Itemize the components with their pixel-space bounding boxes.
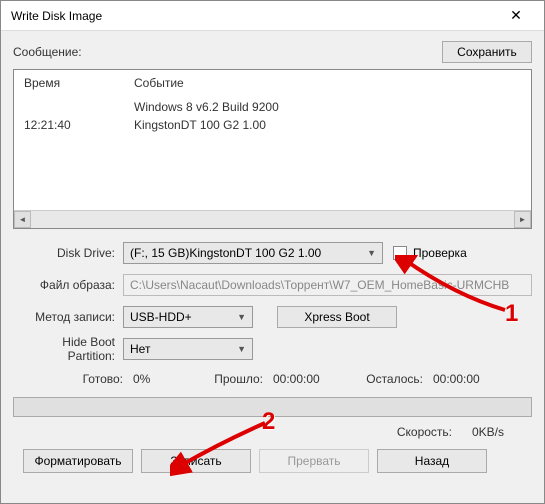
- write-button[interactable]: Записать: [141, 449, 251, 473]
- log-panel: Время Событие Windows 8 v6.2 Build 9200 …: [13, 69, 532, 229]
- remain-label: Осталось:: [353, 372, 423, 386]
- progress-bar: [13, 397, 532, 417]
- disk-drive-dropdown[interactable]: (F:, 15 GB)KingstonDT 100 G2 1.00 ▼: [123, 242, 383, 264]
- log-row: Windows 8 v6.2 Build 9200: [24, 98, 521, 116]
- elapsed-value: 00:00:00: [273, 372, 353, 386]
- scroll-left-icon[interactable]: ◄: [14, 211, 31, 228]
- elapsed-label: Прошло:: [193, 372, 263, 386]
- log-row: 12:21:40 KingstonDT 100 G2 1.00: [24, 116, 521, 134]
- window-title: Write Disk Image: [11, 9, 102, 23]
- horizontal-scrollbar[interactable]: ◄ ►: [14, 210, 531, 228]
- save-button[interactable]: Сохранить: [442, 41, 532, 63]
- speed-value: 0KB/s: [472, 425, 532, 439]
- format-button[interactable]: Форматировать: [23, 449, 133, 473]
- hide-boot-dropdown[interactable]: Нет ▼: [123, 338, 253, 360]
- hide-boot-label: Hide Boot Partition:: [13, 335, 123, 363]
- message-label: Сообщение:: [13, 45, 442, 59]
- ready-value: 0%: [133, 372, 193, 386]
- title-bar: Write Disk Image ✕: [1, 1, 544, 31]
- speed-label: Скорость:: [397, 425, 452, 439]
- chevron-down-icon: ▼: [367, 248, 376, 258]
- scroll-track[interactable]: [31, 211, 514, 228]
- image-file-label: Файл образа:: [13, 278, 123, 292]
- back-button[interactable]: Назад: [377, 449, 487, 473]
- write-method-label: Метод записи:: [13, 310, 123, 324]
- log-header-event: Событие: [134, 76, 521, 90]
- content-area: Сообщение: Сохранить Время Событие Windo…: [1, 31, 544, 503]
- verify-checkbox[interactable]: [393, 246, 407, 260]
- log-header-time: Время: [24, 76, 134, 90]
- xpress-boot-button[interactable]: Xpress Boot: [277, 306, 397, 328]
- chevron-down-icon: ▼: [237, 312, 246, 322]
- chevron-down-icon: ▼: [237, 344, 246, 354]
- dialog-window: Write Disk Image ✕ Сообщение: Сохранить …: [0, 0, 545, 504]
- scroll-right-icon[interactable]: ►: [514, 211, 531, 228]
- verify-label: Проверка: [413, 246, 467, 260]
- write-method-dropdown[interactable]: USB-HDD+ ▼: [123, 306, 253, 328]
- ready-label: Готово:: [13, 372, 123, 386]
- remain-value: 00:00:00: [433, 372, 480, 386]
- abort-button: Прервать: [259, 449, 369, 473]
- image-file-field: C:\Users\Nacaut\Downloads\Торрент\W7_OEM…: [123, 274, 532, 296]
- disk-drive-label: Disk Drive:: [13, 246, 123, 260]
- close-button[interactable]: ✕: [496, 2, 536, 30]
